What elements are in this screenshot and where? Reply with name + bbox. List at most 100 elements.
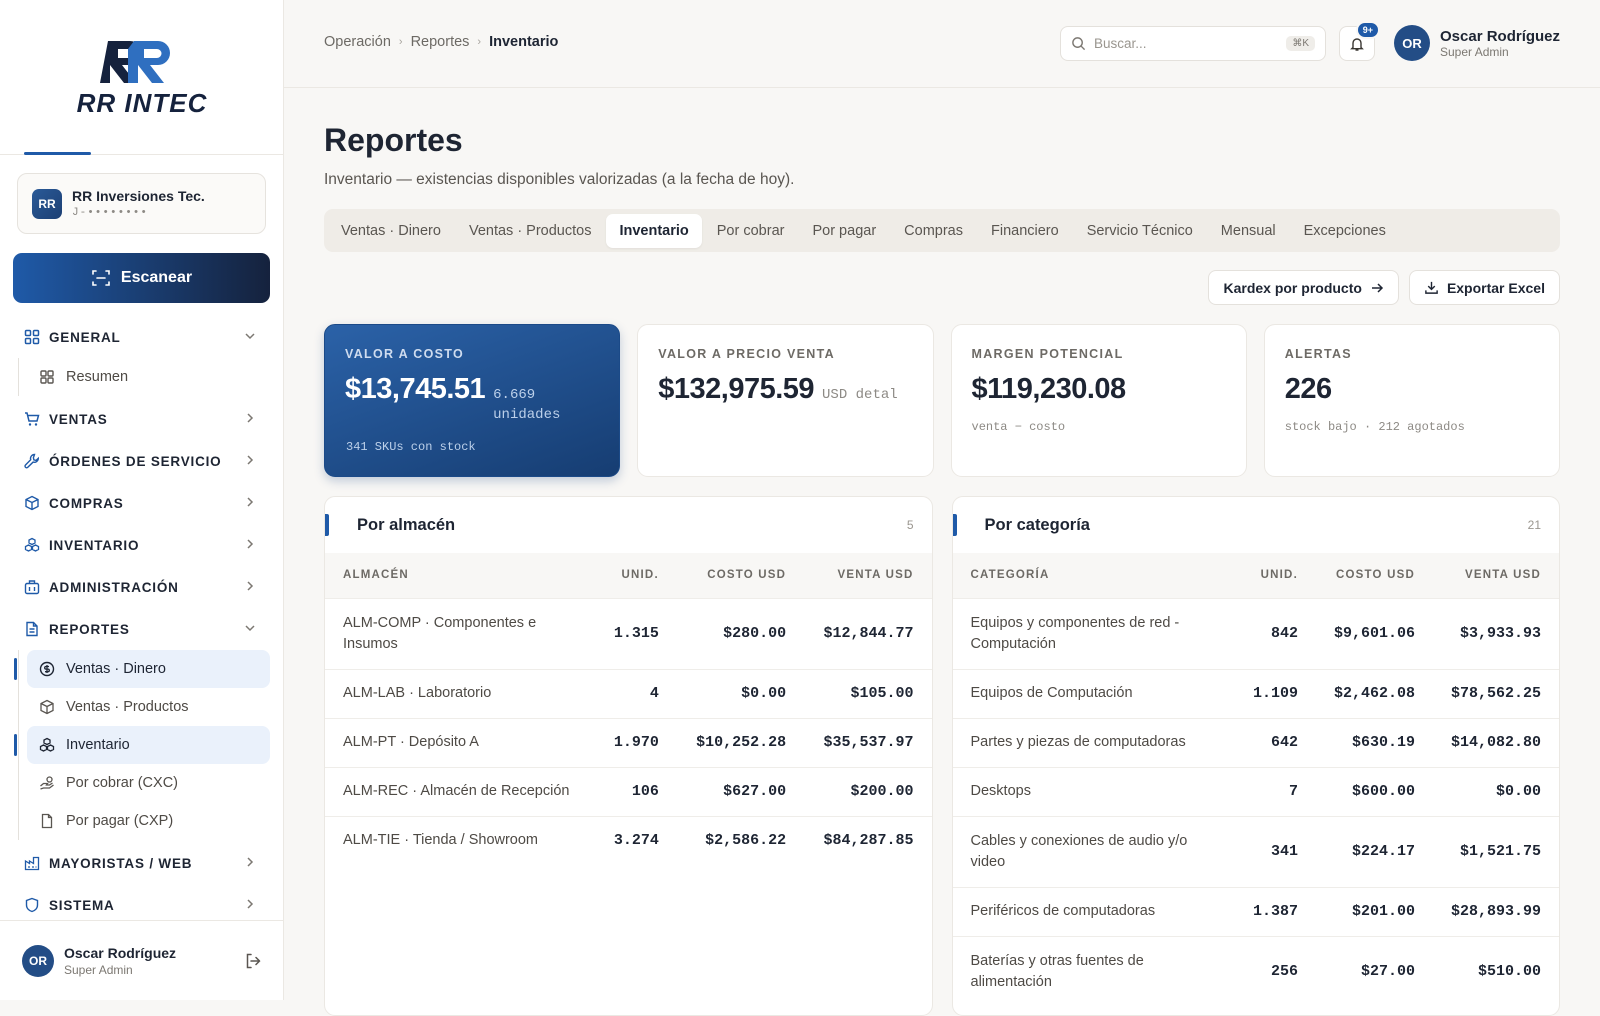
- breadcrumb-separator-icon: ›: [398, 36, 403, 48]
- nav-section-general[interactable]: GENERAL: [0, 316, 284, 358]
- tab-por-pagar[interactable]: Por pagar: [799, 214, 889, 248]
- nav-section-label: ÓRDENES DE SERVICIO: [49, 453, 222, 469]
- column-header[interactable]: VENTA USD: [804, 553, 932, 598]
- nav-section-mayoristas[interactable]: MAYORISTAS / WEB: [0, 842, 284, 884]
- nav-section-reportes[interactable]: REPORTES: [0, 608, 284, 650]
- nav-section-administracion[interactable]: ADMINISTRACIÓN: [0, 566, 284, 608]
- scan-button[interactable]: Escanear: [13, 253, 270, 303]
- sidebar-item-inventario[interactable]: Inventario: [14, 726, 270, 764]
- tab-inventario[interactable]: Inventario: [606, 213, 702, 248]
- user-name: Oscar Rodríguez: [1440, 27, 1561, 45]
- table-row[interactable]: Periféricos de computadoras 1.387 $201.00 $…: [952, 886, 1559, 936]
- kpi-label: ALERTAS: [1284, 347, 1352, 361]
- table-row[interactable]: ALM-COMP · Componentes e Insumos 1.315 $28…: [325, 597, 932, 669]
- cell-value: 642: [1234, 717, 1316, 767]
- column-header[interactable]: UNID.: [1234, 553, 1316, 598]
- cell-value: 3.274: [595, 815, 677, 865]
- column-header[interactable]: VENTA USD: [1432, 553, 1559, 598]
- cell-value: $14,082.80: [1432, 717, 1559, 767]
- breadcrumb: Operación › Reportes › Inventario: [324, 34, 558, 50]
- export-excel-button[interactable]: Exportar Excel: [1408, 270, 1560, 305]
- brand-logo[interactable]: RR INTEC: [0, 0, 283, 155]
- avatar[interactable]: OR: [22, 944, 54, 977]
- nav-section-label: ADMINISTRACIÓN: [49, 579, 179, 595]
- tab-mensual[interactable]: Mensual: [1208, 214, 1289, 248]
- user-role: Super Admin: [64, 962, 133, 977]
- breadcrumb-item[interactable]: Operación: [324, 34, 391, 50]
- column-header[interactable]: UNID.: [595, 553, 677, 598]
- categoria-table: CATEGORÍA UNID. COSTO USD VENTA USD Equi…: [952, 553, 1559, 1007]
- nav-section-ordenes[interactable]: ÓRDENES DE SERVICIO: [0, 440, 284, 482]
- tab-ventas-productos[interactable]: Ventas · Productos: [456, 214, 605, 248]
- nav-section-label: VENTAS: [49, 411, 108, 427]
- logout-icon[interactable]: [244, 952, 262, 970]
- tab-compras[interactable]: Compras: [891, 214, 976, 248]
- table-row[interactable]: ALM-PT · Depósito A 1.970 $10,252.28 $35,53…: [325, 717, 932, 767]
- table-row[interactable]: ALM-LAB · Laboratorio 4 $0.00 $105.00: [325, 668, 932, 718]
- cell-value: $78,562.25: [1432, 668, 1559, 718]
- table-row[interactable]: Partes y piezas de computadoras 642 $630.1…: [952, 717, 1559, 767]
- company-selector[interactable]: RR RR Inversiones Tec. J-••••••••: [17, 173, 266, 234]
- kpi-alertas[interactable]: ALERTAS 226 stock bajo · 212 agotados: [1263, 324, 1560, 477]
- cell-name: ALM-COMP · Componentes e Insumos: [325, 597, 595, 669]
- nav-section-inventario[interactable]: INVENTARIO: [0, 524, 284, 566]
- sidebar-user: OR Oscar Rodríguez Super Admin: [0, 920, 284, 1000]
- tab-financiero[interactable]: Financiero: [978, 214, 1072, 248]
- kpi-foot: stock bajo · 212 agotados: [1284, 420, 1465, 434]
- cell-value: $2,462.08: [1315, 668, 1433, 718]
- sidebar-item-label: Ventas · Productos: [66, 699, 189, 715]
- table-row[interactable]: Cables y conexiones de audio y/o video 34…: [952, 815, 1559, 887]
- kpi-label: VALOR A PRECIO VENTA: [658, 347, 835, 361]
- nav-section-compras[interactable]: COMPRAS: [0, 482, 284, 524]
- cell-value: $201.00: [1315, 886, 1433, 936]
- sidebar-item-label: Inventario: [66, 737, 130, 753]
- table-row[interactable]: Equipos de Computación 1.109 $2,462.08 $78,…: [952, 668, 1559, 718]
- nav-section-ventas[interactable]: VENTAS: [0, 398, 284, 440]
- kpi-value: $13,745.51: [345, 373, 486, 405]
- notifications-button[interactable]: 9+: [1339, 21, 1380, 61]
- cell-name: Equipos de Computación: [952, 668, 1235, 718]
- sidebar-item-cxc[interactable]: Por cobrar (CXC): [27, 764, 270, 802]
- column-header[interactable]: COSTO USD: [1315, 553, 1433, 598]
- tab-ventas-dinero[interactable]: Ventas · Dinero: [328, 214, 454, 248]
- cell-name: Partes y piezas de computadoras: [952, 717, 1235, 767]
- column-header[interactable]: CATEGORÍA: [952, 553, 1235, 598]
- cell-name: ALM-REC · Almacén de Recepción: [325, 766, 595, 816]
- table-row[interactable]: ALM-TIE · Tienda / Showroom 3.274 $2,586.2…: [325, 815, 932, 865]
- search-input[interactable]: Buscar... ⌘K: [1060, 26, 1326, 61]
- breadcrumb-separator-icon: ›: [477, 36, 482, 48]
- cell-value: $10,252.28: [676, 717, 805, 767]
- cell-name: Equipos y componentes de red - Computaci…: [952, 597, 1235, 669]
- panel-header: Por almacén 5: [325, 497, 932, 553]
- sidebar-item-ventas-productos[interactable]: Ventas · Productos: [27, 688, 270, 726]
- page-subtitle: Inventario — existencias disponibles val…: [324, 171, 795, 188]
- header-user[interactable]: OR Oscar Rodríguez Super Admin: [1394, 25, 1560, 61]
- grid-icon: [24, 329, 40, 345]
- chevron-right-icon: [247, 497, 254, 507]
- logo-underline: [24, 152, 91, 155]
- table-row[interactable]: Desktops 7 $600.00 $0.00: [952, 766, 1559, 816]
- tab-por-cobrar[interactable]: Por cobrar: [704, 214, 798, 248]
- column-header[interactable]: ALMACÉN: [325, 553, 595, 598]
- user-role: Super Admin: [1440, 44, 1509, 59]
- tab-servicio-tecnico[interactable]: Servicio Técnico: [1074, 214, 1206, 248]
- tab-excepciones[interactable]: Excepciones: [1291, 214, 1399, 248]
- cell-value: $1,521.75: [1432, 815, 1559, 887]
- sidebar-item-ventas-dinero[interactable]: Ventas · Dinero: [14, 650, 270, 688]
- breadcrumb-item[interactable]: Reportes: [411, 34, 470, 50]
- table-row[interactable]: ALM-REC · Almacén de Recepción 106 $627.00…: [325, 766, 932, 816]
- panel-header: Por categoría 21: [952, 497, 1560, 553]
- kpi-cards: VALOR A COSTO $13,745.51 6.669 unidades …: [324, 324, 1560, 477]
- kardex-button[interactable]: Kardex por producto: [1208, 270, 1399, 305]
- cell-name: ALM-PT · Depósito A: [325, 717, 595, 767]
- almacen-table: ALMACÉN UNID. COSTO USD VENTA USD ALM-CO…: [325, 553, 932, 865]
- column-header[interactable]: COSTO USD: [676, 553, 805, 598]
- sidebar-item-label: Ventas · Dinero: [66, 661, 166, 677]
- table-row[interactable]: Equipos y componentes de red - Computaci…: [952, 597, 1559, 669]
- table-row[interactable]: Baterías y otras fuentes de alimentación…: [952, 935, 1559, 1007]
- cell-value: 4: [595, 668, 677, 718]
- sidebar-item-cxp[interactable]: Por pagar (CXP): [27, 802, 270, 840]
- sidebar-item-resumen[interactable]: Resumen: [27, 358, 270, 396]
- sidebar-item-label: Resumen: [66, 369, 129, 385]
- kpi-foot: venta − costo: [971, 420, 1066, 434]
